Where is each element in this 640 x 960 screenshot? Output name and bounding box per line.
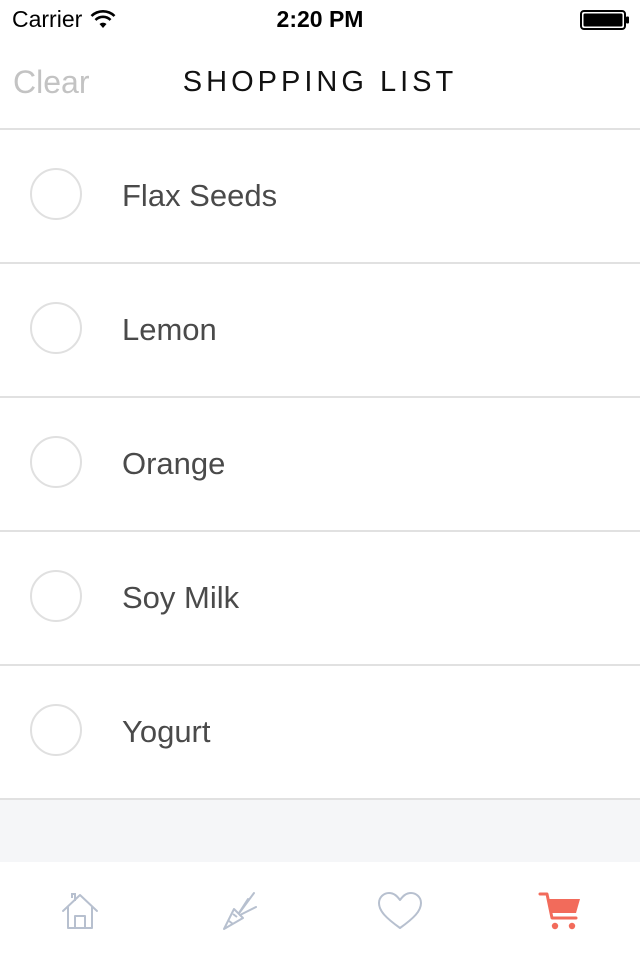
- tab-bar: [0, 862, 640, 960]
- item-label: Flax Seeds: [122, 178, 278, 213]
- shopping-list: Flax Seeds Lemon Orange Soy Milk Yogurt: [0, 130, 640, 800]
- tab-home[interactable]: [0, 862, 160, 960]
- list-item[interactable]: Soy Milk: [0, 532, 640, 666]
- checkbox-circle[interactable]: [30, 570, 82, 622]
- item-label: Yogurt: [122, 714, 211, 749]
- page-title: SHOPPING LIST: [182, 66, 458, 98]
- cart-icon: [538, 892, 580, 930]
- empty-list-area: [0, 800, 640, 862]
- list-item[interactable]: Yogurt: [0, 666, 640, 800]
- heart-icon: [378, 892, 422, 929]
- list-item[interactable]: Lemon: [0, 264, 640, 398]
- tab-ingredients[interactable]: [160, 862, 320, 960]
- list-item[interactable]: Flax Seeds: [0, 130, 640, 264]
- item-label: Soy Milk: [122, 580, 240, 615]
- checkbox-circle[interactable]: [30, 704, 82, 756]
- nav-bar: Clear SHOPPING LIST: [0, 40, 640, 130]
- tab-shopping-list[interactable]: [480, 862, 640, 960]
- battery-icon: [580, 10, 629, 30]
- home-icon: [62, 893, 98, 929]
- item-label: Orange: [122, 446, 226, 481]
- tab-favorites[interactable]: [320, 862, 480, 960]
- checkbox-circle[interactable]: [30, 168, 82, 220]
- checkbox-circle[interactable]: [30, 302, 82, 354]
- status-bar: Carrier 2:20 PM: [0, 0, 640, 40]
- checkbox-circle[interactable]: [30, 436, 82, 488]
- list-item[interactable]: Orange: [0, 398, 640, 532]
- item-label: Lemon: [122, 312, 217, 347]
- carrot-icon: [223, 892, 257, 930]
- status-time: 2:20 PM: [276, 6, 364, 32]
